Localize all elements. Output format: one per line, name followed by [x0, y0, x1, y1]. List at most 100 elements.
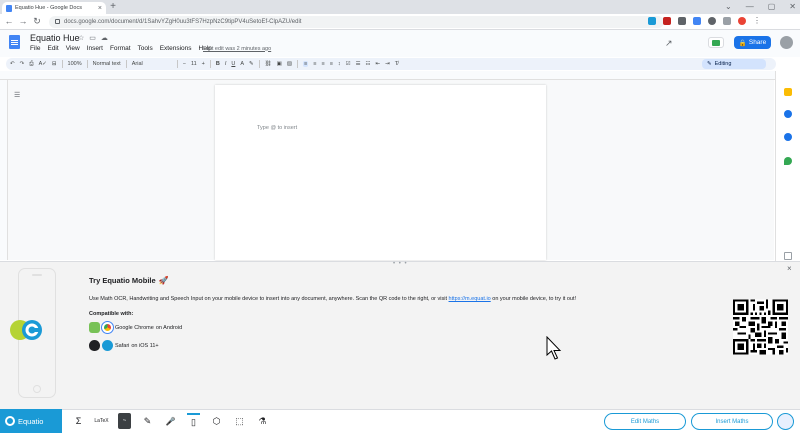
decrease-indent-icon[interactable]: ⇤ — [375, 61, 380, 67]
comment-icon[interactable]: ▣ — [277, 61, 282, 67]
latex-editor-icon[interactable]: LaTeX — [94, 413, 108, 429]
phone-speaker — [32, 274, 42, 276]
menu-format[interactable]: Format — [110, 45, 131, 52]
3d-shape-icon[interactable]: ⬡ — [210, 413, 223, 429]
menu-insert[interactable]: Insert — [87, 45, 103, 52]
style-select[interactable]: Normal text — [93, 61, 121, 67]
increase-indent-icon[interactable]: ⇥ — [385, 61, 390, 67]
line-spacing-icon[interactable]: ↕ — [338, 61, 341, 67]
move-folder-icon[interactable]: ▭ — [89, 34, 96, 42]
menu-file[interactable]: File — [30, 45, 40, 52]
extension-icon[interactable] — [693, 17, 701, 25]
browser-name: Safari — [115, 342, 130, 349]
checklist-icon[interactable]: ☑ — [346, 61, 351, 67]
zoom-select[interactable]: 100% — [68, 61, 82, 67]
omnibox[interactable]: docs.google.com/document/d/1SahvYZgH0uu3… — [49, 15, 664, 28]
star-icon[interactable]: ☆ — [78, 34, 84, 42]
clear-formatting-icon[interactable]: T̸ — [395, 61, 398, 67]
math-editor-icon[interactable]: Σ — [72, 413, 85, 429]
equatio-extension-icon[interactable] — [648, 17, 656, 25]
align-right-icon[interactable]: ≡ — [321, 61, 324, 67]
compat-row-chrome: Google Chrome on Android — [89, 321, 182, 334]
puzzle-icon[interactable] — [723, 17, 731, 25]
more-menu-icon[interactable]: ⋮ — [753, 17, 761, 25]
back-icon[interactable]: ← — [4, 16, 14, 26]
keep-icon[interactable] — [784, 88, 792, 96]
document-page[interactable] — [215, 85, 546, 260]
link-icon[interactable]: ⛓ — [265, 61, 272, 67]
tab-close-icon[interactable]: × — [98, 5, 102, 12]
extension-icon[interactable] — [678, 17, 686, 25]
docs-logo-icon[interactable] — [9, 35, 20, 49]
underline-icon[interactable]: U — [231, 61, 235, 67]
qr-code-image — [733, 299, 788, 355]
paint-format-icon[interactable]: ⊟ — [52, 61, 57, 67]
browser-tab[interactable]: Equatio Hue - Google Docs × — [2, 2, 106, 14]
expand-panel-icon[interactable] — [784, 252, 792, 260]
share-button[interactable]: 🔒 Share — [734, 36, 771, 49]
highlight-icon[interactable]: ✎ — [249, 61, 254, 67]
minimize-button[interactable]: — — [746, 2, 754, 11]
bulleted-list-icon[interactable]: ☰ — [356, 61, 361, 67]
bold-icon[interactable]: B — [216, 61, 220, 67]
menu-extensions[interactable]: Extensions — [160, 45, 192, 52]
editing-mode-select[interactable]: ✎ Editing — [702, 59, 766, 69]
new-tab-button[interactable]: + — [108, 1, 118, 12]
last-edit-link[interactable]: Last edit was 2 minutes ago — [203, 46, 271, 52]
meet-button[interactable] — [708, 37, 724, 48]
browser-platform: on iOS 11+ — [131, 342, 159, 349]
panel-resize-grip[interactable]: • • • — [393, 261, 408, 267]
account-avatar[interactable] — [780, 36, 793, 49]
mobile-icon[interactable]: ▯ — [187, 413, 200, 429]
align-left-icon[interactable]: ≡ — [303, 61, 309, 67]
phone-home-button — [33, 385, 41, 393]
tasks-icon[interactable] — [784, 110, 792, 118]
safari-icon — [102, 340, 113, 351]
align-justify-icon[interactable]: ≡ — [330, 61, 333, 67]
font-size-increase-icon[interactable]: + — [202, 61, 205, 67]
handwriting-icon[interactable]: ✎ — [141, 413, 154, 429]
font-select[interactable]: Arial — [132, 61, 172, 67]
font-size-input[interactable]: 11 — [191, 61, 197, 67]
document-outline-icon[interactable]: ☰ — [14, 91, 20, 99]
close-panel-icon[interactable]: × — [787, 264, 792, 273]
document-title[interactable]: Equatio Hue — [30, 33, 80, 43]
close-window-button[interactable]: ✕ — [789, 2, 796, 11]
extension-icon[interactable] — [708, 17, 716, 25]
font-size-decrease-icon[interactable]: − — [183, 61, 186, 67]
image-icon[interactable]: ▨ — [287, 61, 292, 67]
text-color-icon[interactable]: A — [240, 61, 244, 67]
reload-icon[interactable]: ↻ — [32, 16, 42, 27]
help-icon[interactable] — [777, 413, 794, 430]
rocket-icon: 🚀 — [158, 276, 169, 285]
extension-icon[interactable] — [663, 17, 671, 25]
pencil-icon: ✎ — [707, 61, 712, 67]
equatio-menu-button[interactable]: Equatio — [0, 409, 62, 433]
italic-icon[interactable]: I — [225, 61, 227, 67]
tab-title: Equatio Hue - Google Docs — [15, 5, 82, 11]
insert-maths-button[interactable]: Insert Maths — [691, 413, 773, 430]
maps-icon[interactable] — [784, 157, 792, 165]
menu-edit[interactable]: Edit — [47, 45, 58, 52]
cloud-status-icon[interactable]: ☁ — [101, 34, 108, 42]
menu-tools[interactable]: Tools — [138, 45, 153, 52]
graph-editor-icon[interactable]: ~ — [118, 413, 131, 429]
profile-avatar-icon[interactable] — [738, 17, 746, 25]
numbered-list-icon[interactable]: ☷ — [366, 61, 371, 67]
tab-search-icon[interactable]: ⌄ — [725, 2, 732, 11]
menu-view[interactable]: View — [66, 45, 80, 52]
undo-icon[interactable]: ↶ — [10, 61, 15, 67]
contacts-icon[interactable] — [784, 133, 792, 141]
edit-maths-button[interactable]: Edit Maths — [604, 413, 686, 430]
print-icon[interactable]: ⎙ — [29, 61, 33, 68]
chemistry-icon[interactable]: ⚗ — [256, 413, 269, 429]
forward-icon[interactable]: → — [18, 16, 28, 26]
mobile-site-link[interactable]: https://m.equat.io — [449, 296, 491, 302]
maximize-button[interactable]: ▢ — [768, 2, 776, 11]
speech-input-icon[interactable]: 🎤 — [164, 413, 177, 429]
redo-icon[interactable]: ↷ — [20, 61, 25, 67]
align-center-icon[interactable]: ≡ — [313, 61, 316, 67]
activity-trend-icon[interactable]: ↗ — [665, 38, 673, 49]
spellcheck-icon[interactable]: A✓ — [39, 61, 47, 67]
screenshot-reader-icon[interactable]: ⬚ — [233, 413, 246, 429]
